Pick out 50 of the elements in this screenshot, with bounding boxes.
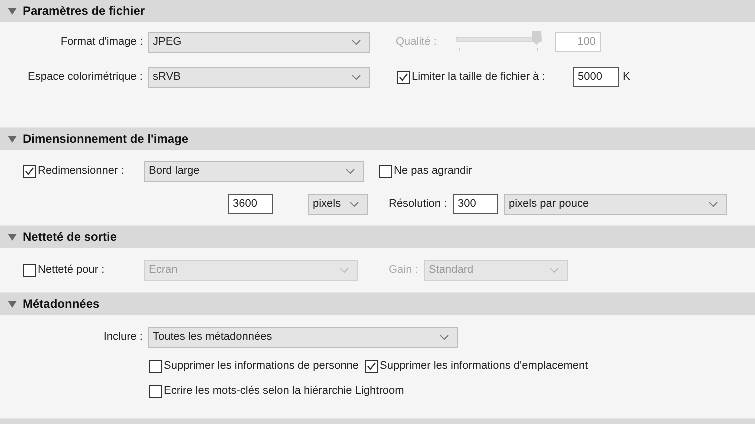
- dropdown[interactable]: sRVB: [148, 66, 370, 88]
- field-label: Résolution :: [389, 198, 448, 210]
- chevron-icon: [346, 168, 355, 174]
- field-label: Inclure :: [102, 331, 144, 343]
- checkbox-label: Ecrire les mots-clés selon la hiérarchie Lightroom: [163, 385, 404, 397]
- field-label: Qualité :: [396, 36, 438, 48]
- disclosure-triangle-icon: [8, 6, 17, 16]
- section-header[interactable]: Netteté de sortie: [0, 226, 755, 248]
- dropdown[interactable]: JPEG: [148, 32, 370, 52]
- section-header[interactable]: Dimensionnement de l'image: [0, 128, 755, 150]
- checkbox[interactable]: [397, 70, 410, 84]
- field-label: Espace colorimétrique :: [27, 71, 144, 83]
- slider[interactable]: [456, 31, 545, 53]
- disclosure-triangle-icon: [8, 134, 17, 144]
- chevron-icon: [709, 202, 718, 206]
- chevron-icon: [440, 334, 449, 340]
- dropdown[interactable]: pixels par pouce: [504, 194, 727, 214]
- field-label: Format d'image :: [60, 36, 144, 48]
- chevron-icon: [550, 268, 559, 272]
- section-header[interactable]: Paramètres de fichier: [0, 0, 755, 22]
- section-title: Métadonnées: [23, 297, 100, 311]
- field-label: Gain :: [389, 264, 420, 276]
- resolution-field[interactable]: 300: [453, 194, 498, 214]
- section-header[interactable]: Métadonnées: [0, 293, 755, 315]
- unit-label: K: [623, 71, 630, 83]
- chevron-icon: [340, 268, 349, 272]
- chevron-icon: [350, 202, 359, 206]
- checkbox-label: Supprimer les informations d'emplacement: [379, 360, 588, 372]
- checkbox-label: Limiter la taille de fichier à :: [411, 71, 546, 83]
- checkbox[interactable]: [365, 360, 378, 372]
- section-title: Dimensionnement de l'image: [23, 132, 189, 146]
- file-size-field[interactable]: 5000: [573, 67, 619, 87]
- dropdown[interactable]: pixels: [308, 194, 368, 214]
- disclosure-triangle-icon: [8, 300, 17, 308]
- checkbox-label: Netteté pour :: [37, 264, 106, 276]
- section-title: Netteté de sortie: [23, 230, 118, 244]
- dropdown[interactable]: Bord large: [144, 160, 364, 182]
- chevron-icon: [352, 40, 361, 44]
- section-title: Paramètres de fichier: [23, 4, 146, 18]
- size-field[interactable]: 3600: [228, 194, 273, 214]
- checkbox[interactable]: [379, 164, 392, 178]
- checkbox-label: Redimensionner :: [37, 165, 126, 177]
- checkbox[interactable]: [23, 164, 36, 178]
- chevron-icon: [352, 74, 361, 80]
- checkbox[interactable]: [149, 360, 162, 372]
- disclosure-triangle-icon: [8, 232, 17, 242]
- checkbox-label: Ne pas agrandir: [393, 165, 472, 177]
- checkbox[interactable]: [149, 384, 162, 398]
- dropdown[interactable]: Toutes les métadonnées: [148, 326, 458, 348]
- checkbox-label: Supprimer les informations de personne: [163, 360, 360, 372]
